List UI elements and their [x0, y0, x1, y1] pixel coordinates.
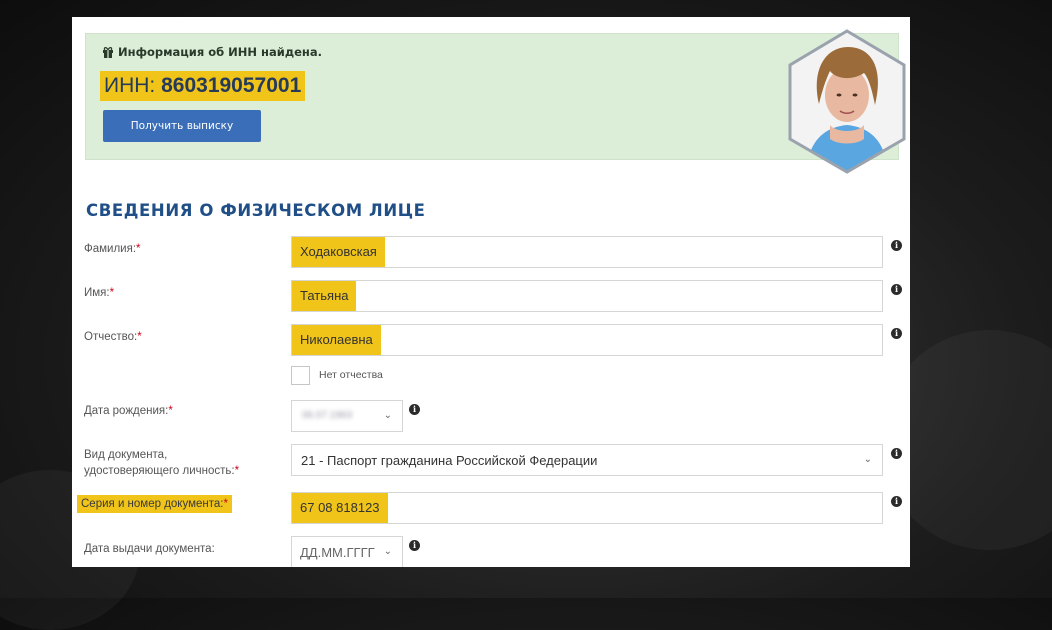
surname-value: Ходаковская — [292, 237, 385, 267]
doc-number-label-highlight: Серия и номер документа:* — [77, 495, 232, 513]
inn-result-panel: Информация об ИНН найдена. ИНН: 86031905… — [72, 17, 910, 567]
chevron-down-icon: ⌄ — [383, 546, 392, 557]
get-extract-button[interactable]: Получить выписку — [103, 110, 261, 142]
doc-number-label-text: Серия и номер документа: — [81, 498, 224, 510]
name-label: Имя:* — [84, 285, 114, 301]
info-icon[interactable]: i — [891, 496, 902, 507]
required-mark: * — [168, 405, 173, 417]
info-icon[interactable]: i — [409, 540, 420, 551]
surname-label-text: Фамилия: — [84, 243, 137, 255]
name-value: Татьяна — [292, 281, 357, 311]
doc-number-field[interactable]: 67 08 818123 — [291, 492, 883, 524]
issue-date-label-text: Дата выдачи документа: — [84, 543, 215, 555]
surname-label: Фамилия:* — [84, 241, 141, 257]
inn-number: ИНН: 860319057001 — [100, 71, 306, 101]
doc-type-label-line1: Вид документа, — [84, 449, 168, 461]
name-label-text: Имя: — [84, 287, 110, 299]
doc-type-select[interactable]: 21 - Паспорт гражданина Российской Федер… — [291, 444, 883, 476]
chevron-down-icon: ⌄ — [863, 454, 872, 465]
doc-type-label-line2: удостоверяющего личность: — [84, 465, 235, 477]
doc-type-value: 21 - Паспорт гражданина Российской Федер… — [301, 453, 598, 468]
chevron-down-icon: ⌄ — [383, 410, 392, 421]
info-icon[interactable]: i — [891, 240, 902, 251]
no-patronymic-label: Нет отчества — [319, 369, 383, 381]
inn-found-box: Информация об ИНН найдена. ИНН: 86031905… — [85, 33, 899, 160]
inn-value: 860319057001 — [161, 74, 302, 97]
info-icon[interactable]: i — [891, 284, 902, 295]
patronymic-value: Николаевна — [292, 325, 381, 355]
person-photo — [788, 29, 906, 174]
issue-date-placeholder: ДД.ММ.ГГГГ — [300, 545, 375, 560]
info-icon[interactable]: i — [409, 404, 420, 415]
info-icon[interactable]: i — [891, 448, 902, 459]
surname-field[interactable]: Ходаковская — [291, 236, 883, 268]
doc-number-label: Серия и номер документа:* — [77, 495, 232, 513]
birth-date-label-text: Дата рождения: — [84, 405, 169, 417]
doc-number-value: 67 08 818123 — [292, 493, 388, 523]
patronymic-field[interactable]: Николаевна — [291, 324, 883, 356]
required-mark: * — [223, 498, 228, 510]
no-patronymic-checkbox[interactable] — [291, 366, 310, 385]
section-title: СВЕДЕНИЯ О ФИЗИЧЕСКОМ ЛИЦЕ — [86, 201, 426, 220]
inn-found-text: Информация об ИНН найдена. — [118, 45, 322, 59]
inn-found-message: Информация об ИНН найдена. — [102, 45, 322, 59]
required-mark: * — [234, 465, 240, 477]
required-mark: * — [109, 287, 115, 299]
required-mark: * — [137, 331, 142, 343]
birth-date-label: Дата рождения:* — [84, 403, 173, 419]
birth-date-field[interactable]: 06.07.1963 ⌄ — [291, 400, 403, 432]
issue-date-label: Дата выдачи документа: — [84, 541, 215, 557]
issue-date-field[interactable]: ДД.ММ.ГГГГ ⌄ — [291, 536, 403, 567]
patronymic-label-text: Отчество: — [84, 331, 138, 343]
name-field[interactable]: Татьяна — [291, 280, 883, 312]
inn-label: ИНН: — [104, 74, 156, 97]
birth-date-value: 06.07.1963 — [302, 410, 353, 421]
doc-type-label: Вид документа, удостоверяющего личность:… — [84, 447, 239, 479]
patronymic-label: Отчество:* — [84, 329, 142, 345]
required-mark: * — [136, 243, 141, 255]
info-icon[interactable]: i — [891, 328, 902, 339]
gift-icon — [103, 47, 113, 58]
